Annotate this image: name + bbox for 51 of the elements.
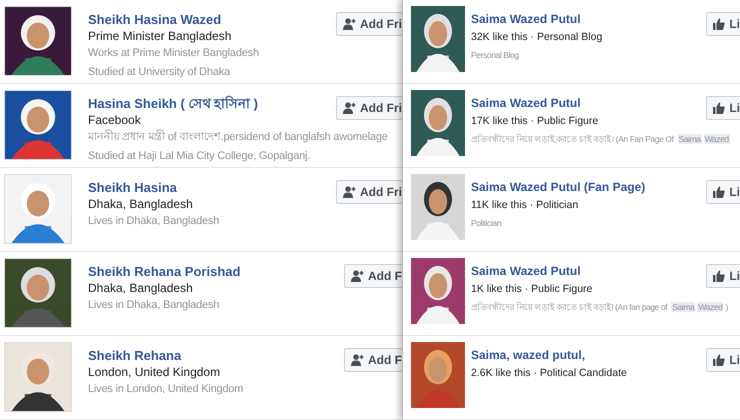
person-detail: Studied at Haji Lal Mia City College, Gopalganj.: [88, 149, 310, 164]
person-subtitle: London, United Kingdom: [88, 364, 220, 380]
page-stats: 17K like this · Public Figure: [471, 114, 598, 129]
person-name-link[interactable]: Sheikh Hasina: [88, 180, 177, 196]
page-description: Personal Blog: [471, 49, 519, 62]
page-name-link[interactable]: Saima Wazed Putul: [471, 96, 581, 111]
page-name-link[interactable]: Saima Wazed Putul (Fan Page): [471, 180, 646, 195]
person-detail: Works at Prime Minister Bangladesh: [88, 46, 259, 61]
person-detail: মাননীয় প্রধান মন্ত্রী of বাংলাদেশ.persidend of banglafsh awomelage: [88, 128, 388, 145]
thumbs-up-icon: [713, 270, 726, 282]
person-subtitle: Dhaka, Bangladesh: [88, 280, 193, 296]
person-detail: Lives in Dhaka, Bangladesh: [88, 298, 220, 313]
page-stats: 11K like this · Politician: [471, 198, 578, 213]
person-name-link[interactable]: Sheikh Hasina Wazed: [88, 12, 222, 28]
add-friend-button[interactable]: Add Fri: [336, 96, 402, 120]
thumbs-up-icon: [713, 18, 726, 30]
add-friend-icon: [343, 186, 356, 198]
page-description: প্রতিবন্ধীদের নিয়ে লড়াই,করতে চাই বড়াই। (An Fan Page Of Saima Wazed: [471, 133, 730, 146]
thumbs-up-icon: [713, 102, 726, 114]
page-stats: 1K like this · Public Figure: [471, 282, 592, 297]
add-friend-icon: [351, 270, 364, 282]
like-button[interactable]: Li: [706, 12, 740, 36]
add-friend-button[interactable]: Add Fri: [336, 12, 402, 36]
person-detail: Lives in London, United Kingdom: [88, 382, 244, 397]
page-description: প্রতিবন্ধীদের নিয়ে লড়াই করতে চাই বড়াই! (An fan page of Saima Wazed ): [471, 301, 728, 314]
like-button[interactable]: Li: [706, 264, 740, 288]
add-friend-button[interactable]: Add F: [344, 264, 402, 288]
page-name-link[interactable]: Saima Wazed Putul: [471, 264, 581, 279]
person-name-link[interactable]: Sheikh Rehana: [88, 348, 182, 364]
thumbs-up-icon: [713, 186, 726, 198]
page-stats: 2.6K like this · Political Candidate: [471, 366, 627, 381]
add-friend-icon: [343, 18, 356, 30]
person-detail: Studied at University of Dhaka: [88, 65, 230, 80]
page-name-link[interactable]: Saima Wazed Putul: [471, 12, 581, 27]
person-subtitle: Dhaka, Bangladesh: [88, 196, 193, 212]
page-stats: 32K like this · Personal Blog: [471, 30, 602, 45]
person-name-link[interactable]: Hasina Sheikh ( সেথ হাসিনা ): [88, 96, 258, 112]
add-friend-button[interactable]: Add Fri: [336, 180, 402, 204]
like-button[interactable]: Li: [706, 348, 740, 372]
person-subtitle: Prime Minister Bangladesh: [88, 28, 232, 44]
like-button[interactable]: Li: [706, 180, 740, 204]
page-name-link[interactable]: Saima, wazed putul,: [471, 348, 586, 363]
person-detail: Lives in Dhaka, Bangladesh: [88, 214, 220, 229]
add-friend-button[interactable]: Add F: [344, 348, 402, 372]
add-friend-icon: [343, 102, 356, 114]
page-description: Politician: [471, 217, 502, 230]
person-name-link[interactable]: Sheikh Rehana Porishad: [88, 264, 240, 280]
add-friend-icon: [351, 354, 364, 366]
person-subtitle: Facebook: [88, 112, 141, 128]
like-button[interactable]: Li: [706, 96, 740, 120]
thumbs-up-icon: [713, 354, 726, 366]
